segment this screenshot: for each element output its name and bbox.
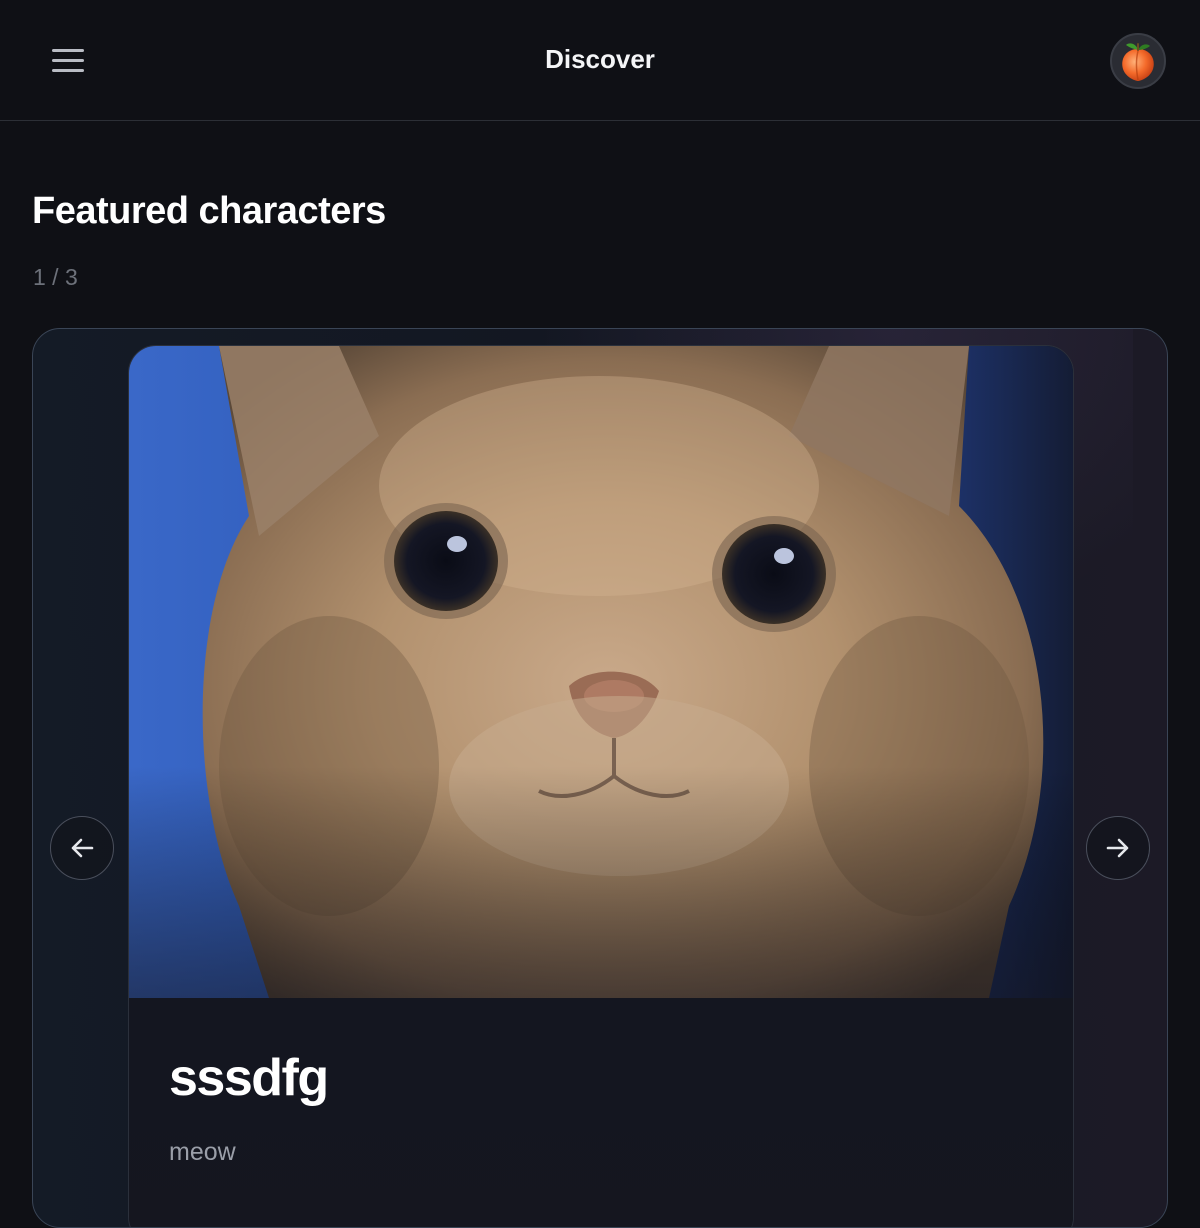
character-description: meow	[169, 1138, 236, 1166]
arrow-left-icon	[71, 838, 94, 858]
peach-avatar-icon	[1122, 43, 1154, 81]
carousel-counter: 1 / 3	[33, 264, 78, 290]
character-image	[129, 346, 1073, 998]
character-info: sssdfg meow	[129, 998, 1073, 1227]
featured-carousel: sssdfg meow	[32, 328, 1168, 1228]
character-card[interactable]: sssdfg meow	[128, 345, 1074, 1227]
carousel-prev-button[interactable]	[50, 816, 114, 880]
carousel-next-button[interactable]	[1086, 816, 1150, 880]
top-bar: Discover	[0, 0, 1200, 121]
page-title: Discover	[545, 44, 655, 74]
user-avatar-button[interactable]	[1110, 33, 1166, 89]
section-title: Featured characters	[32, 190, 386, 232]
arrow-right-icon	[1106, 838, 1129, 858]
character-name: sssdfg	[169, 1049, 329, 1107]
